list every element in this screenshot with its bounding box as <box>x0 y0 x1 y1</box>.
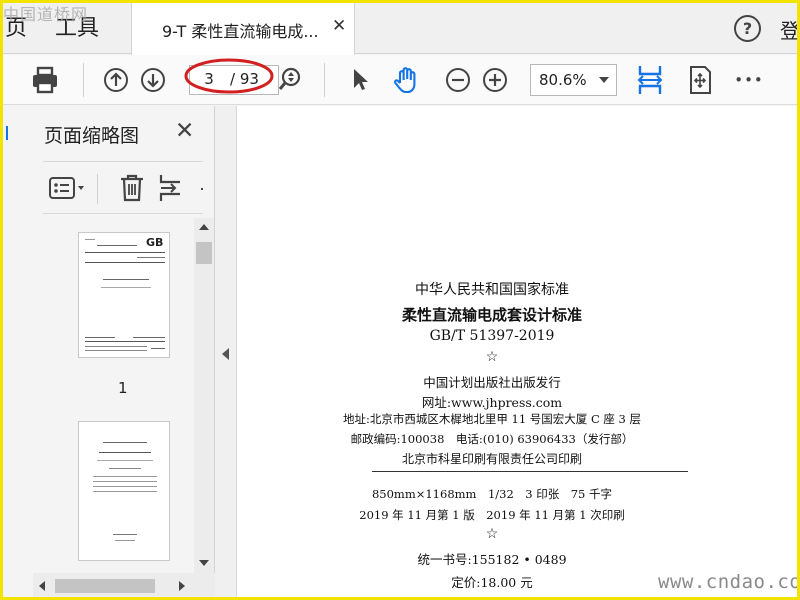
scrollbar-thumb[interactable] <box>196 242 212 264</box>
zoom-select[interactable]: 80.6% <box>530 64 617 96</box>
fit-page-icon[interactable] <box>684 63 716 97</box>
hand-tool-icon[interactable] <box>390 63 424 97</box>
panel-toolbar <box>33 166 215 210</box>
thumbnail-list: GB 1 <box>33 218 215 578</box>
scroll-down-icon[interactable] <box>199 560 209 566</box>
horizontal-scrollbar[interactable] <box>33 573 215 597</box>
sidebar-strip <box>3 106 33 597</box>
fit-width-icon[interactable] <box>634 63 666 97</box>
standard-number: GB/T 51397-2019 <box>429 328 555 344</box>
book-number-line: 统一书号:155182 • 0489 <box>417 552 567 567</box>
zoom-value: 80.6% <box>539 71 587 89</box>
thumbnail-panel: 页面缩略图 ✕ GB 1 <box>33 106 215 597</box>
insert-page-icon[interactable] <box>157 171 187 205</box>
zoom-in-icon[interactable] <box>481 63 509 97</box>
gb-logo: GB <box>146 236 164 249</box>
scroll-right-icon[interactable] <box>179 581 185 591</box>
print-icon[interactable] <box>28 63 62 97</box>
close-icon[interactable]: ✕ <box>332 16 346 36</box>
publisher-line: 中国计划出版社出版发行 <box>423 375 561 390</box>
zoom-out-icon[interactable] <box>444 63 472 97</box>
document-tab-title: 9-T 柔性直流输电成... <box>162 22 319 41</box>
login-button[interactable]: 登 <box>780 15 797 44</box>
thumbnail-options-icon[interactable] <box>47 171 87 205</box>
previous-page-icon[interactable] <box>102 63 130 97</box>
tab-bar: 页 工具 9-T 柔性直流输电成... ✕ ? 登 中国道桥网 <box>3 3 797 55</box>
page-thumbnail-1[interactable]: GB <box>78 232 170 358</box>
standard-title: 柔性直流输电成套设计标准 <box>401 306 582 324</box>
active-panel-indicator <box>6 126 10 140</box>
website-line: 网址:www.jhpress.com <box>421 395 563 410</box>
postal-phone-line: 邮政编码:100038 电话:(010) 63906433（发行部） <box>350 432 634 446</box>
standard-header: 中华人民共和国国家标准 <box>415 282 569 298</box>
address-line: 地址:北京市西城区木樨地北里甲 11 号国宏大厦 C 座 3 层 <box>342 412 642 426</box>
watermark-top: 中国道桥网 <box>3 5 89 24</box>
page-thumbnail-2[interactable] <box>78 421 170 561</box>
chevron-left-icon <box>222 348 229 360</box>
pdf-page: 中华人民共和国国家标准 柔性直流输电成套设计标准 GB/T 51397-2019… <box>237 106 797 597</box>
format-line: 850mm×1168mm 1/32 3 印张 75 千字 <box>371 487 613 501</box>
close-icon[interactable]: ✕ <box>175 118 194 144</box>
scroll-up-icon[interactable] <box>199 224 209 230</box>
tab-document[interactable]: 9-T 柔性直流输电成... ✕ <box>131 3 355 55</box>
trash-icon[interactable] <box>117 171 147 205</box>
divider <box>43 213 203 214</box>
scroll-left-icon[interactable] <box>39 581 45 591</box>
select-cursor-icon[interactable] <box>346 63 374 97</box>
divider <box>43 161 203 162</box>
vertical-scrollbar[interactable] <box>194 218 214 573</box>
scrollbar-thumb[interactable] <box>55 579 155 593</box>
star-divider: ☆ <box>485 526 499 542</box>
panel-title: 页面缩略图 <box>44 125 140 147</box>
help-icon[interactable]: ? <box>734 15 761 42</box>
chevron-down-icon <box>599 77 609 83</box>
toolbar: 3 / 93 80.6% ••• <box>3 55 797 105</box>
star-divider: ☆ <box>485 349 499 365</box>
app-window: 页 工具 9-T 柔性直流输电成... ✕ ? 登 中国道桥网 3 / 93 8… <box>0 0 800 600</box>
next-page-icon[interactable] <box>139 63 167 97</box>
red-annotation-ellipse <box>184 58 274 94</box>
printer-line: 北京市科星印刷有限责任公司印刷 <box>401 452 582 466</box>
page-jump-icon[interactable] <box>276 63 304 97</box>
edition-line: 2019 年 11 月第 1 版 2019 年 11 月第 1 次印刷 <box>359 508 625 522</box>
watermark-bottom: www.cndao.com <box>658 571 800 593</box>
more-options-icon[interactable]: ••• <box>734 63 764 97</box>
document-viewer: 中华人民共和国国家标准 柔性直流输电成套设计标准 GB/T 51397-2019… <box>237 106 797 597</box>
divider-rule <box>372 471 688 472</box>
thumbnail-label: 1 <box>118 379 128 397</box>
panel-collapse-handle[interactable] <box>215 106 237 597</box>
